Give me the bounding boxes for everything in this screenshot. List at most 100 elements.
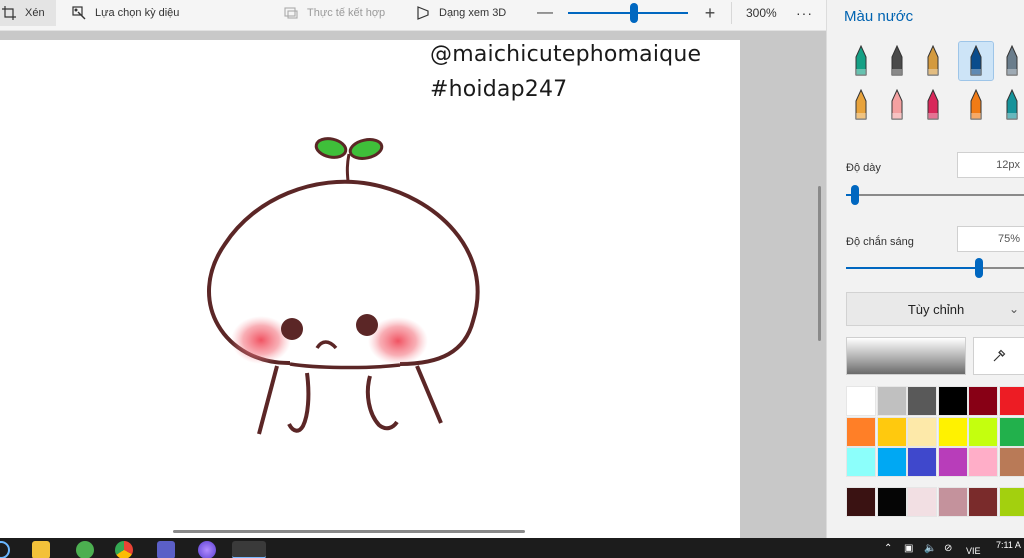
brush-fountain-pen[interactable]	[880, 42, 914, 80]
mic-off-icon[interactable]: ⊘	[944, 543, 952, 554]
canvas-workspace: @maichicutephomaique #hoidap247	[0, 31, 826, 538]
crop-label: Xén	[25, 7, 45, 19]
color-swatch[interactable]	[876, 447, 907, 477]
opacity-slider-thumb[interactable]	[975, 258, 984, 278]
calligraphy-pen-icon	[855, 45, 867, 76]
color-swatch[interactable]	[998, 386, 1024, 416]
left-blush	[231, 316, 291, 364]
brush-oil-brush[interactable]	[916, 42, 950, 80]
eyedropper-button[interactable]	[973, 337, 1024, 375]
language-indicator[interactable]: VIE	[966, 546, 981, 556]
color-swatch[interactable]	[968, 386, 998, 416]
color-swatch[interactable]	[846, 487, 876, 517]
toolbar-divider	[731, 2, 732, 24]
chevron-down-icon: ⌄	[1008, 302, 1019, 316]
zoom-in-button[interactable]: +	[700, 0, 720, 26]
crayon-icon	[927, 89, 939, 120]
color-swatch[interactable]	[998, 416, 1024, 447]
custom-color-dropdown[interactable]: Tùy chỉnh ⌄	[846, 292, 1024, 326]
color-swatch[interactable]	[937, 386, 968, 416]
sprout-left-leaf	[314, 137, 348, 159]
thickness-slider-track	[846, 194, 1024, 196]
magic-select-button[interactable]: Lựa chọn kỳ diệu	[72, 0, 179, 26]
color-swatch[interactable]	[907, 447, 937, 477]
crop-icon	[2, 6, 16, 20]
sprout-stem	[345, 153, 351, 182]
color-swatch[interactable]	[876, 416, 907, 447]
color-swatch[interactable]	[937, 487, 968, 517]
color-swatch[interactable]	[998, 487, 1024, 517]
custom-color-label: Tùy chỉnh	[907, 301, 965, 317]
color-swatch[interactable]	[937, 447, 968, 477]
paint-3d-taskbar-icon[interactable]	[232, 541, 266, 558]
teams-icon[interactable]	[157, 541, 175, 558]
zoom-slider[interactable]	[568, 3, 688, 23]
app-icon[interactable]	[76, 541, 94, 558]
color-swatch[interactable]	[968, 487, 998, 517]
brush-calligraphy-pen[interactable]	[844, 42, 878, 80]
left-outer-leg	[257, 365, 279, 435]
oil-brush-icon	[927, 45, 939, 76]
color-preview	[846, 337, 966, 375]
fill-icon	[1006, 89, 1018, 120]
pen-icon	[1006, 45, 1018, 76]
messenger-icon[interactable]	[198, 541, 216, 558]
brush-pencil[interactable]	[844, 86, 878, 124]
crop-button[interactable]: Xén	[0, 0, 56, 26]
mixed-reality-button[interactable]: Thực tế kết hợp	[284, 0, 385, 26]
view-3d-button[interactable]: Dạng xem 3D	[416, 0, 506, 26]
fountain-pen-icon	[891, 45, 903, 76]
panel-title: Màu nước	[844, 8, 914, 25]
color-swatch[interactable]	[968, 416, 998, 447]
color-swatch[interactable]	[907, 386, 937, 416]
mixed-reality-label: Thực tế kết hợp	[307, 7, 386, 19]
more-options-button[interactable]: ···	[796, 0, 813, 26]
thickness-slider[interactable]	[846, 185, 1024, 205]
opacity-input[interactable]: 75%	[957, 226, 1024, 252]
zoom-slider-thumb[interactable]	[630, 3, 638, 23]
sprout-right-leaf	[348, 138, 384, 160]
brush-spray-can[interactable]	[959, 86, 993, 124]
character-drawing	[207, 137, 480, 435]
network-icon[interactable]: ▣	[904, 543, 913, 554]
watercolor-icon	[970, 45, 982, 76]
chrome-icon[interactable]	[115, 541, 133, 558]
cortana-icon[interactable]	[0, 541, 10, 558]
spray-can-icon	[970, 89, 982, 120]
brush-watercolor[interactable]	[958, 41, 994, 81]
zoom-out-button[interactable]: —	[536, 0, 554, 26]
windows-taskbar: ⌃ ▣ 🔈 ⊘ VIE 7:11 A	[0, 538, 1024, 558]
color-swatch[interactable]	[907, 487, 937, 517]
zoom-level[interactable]: 300%	[746, 0, 777, 26]
watermark-username: @maichicutephomaique	[430, 42, 702, 67]
brush-crayon[interactable]	[916, 86, 950, 124]
watermark-hashtag: #hoidap247	[430, 77, 568, 102]
brush-pen[interactable]	[995, 42, 1024, 80]
opacity-label: Độ chắn sáng	[846, 236, 914, 248]
color-swatch[interactable]	[846, 416, 876, 447]
color-swatch[interactable]	[846, 386, 876, 416]
file-explorer-icon[interactable]	[32, 541, 50, 558]
opacity-slider[interactable]	[846, 258, 1024, 278]
horizontal-scrollbar[interactable]	[173, 530, 525, 533]
magic-select-icon	[72, 6, 86, 20]
pencil-icon	[855, 89, 867, 120]
view-3d-icon	[417, 6, 429, 20]
color-swatch[interactable]	[876, 487, 907, 517]
color-swatch[interactable]	[846, 447, 876, 477]
chevron-up-icon[interactable]: ⌃	[884, 543, 892, 554]
vertical-scrollbar[interactable]	[818, 186, 821, 341]
thickness-slider-thumb[interactable]	[851, 185, 859, 205]
color-swatch[interactable]	[907, 416, 937, 447]
drawing-canvas[interactable]: @maichicutephomaique #hoidap247	[0, 40, 740, 538]
color-swatch[interactable]	[998, 447, 1024, 477]
color-swatch[interactable]	[968, 447, 998, 477]
volume-icon[interactable]: 🔈	[924, 543, 936, 554]
color-swatch[interactable]	[876, 386, 907, 416]
brush-eraser[interactable]	[880, 86, 914, 124]
thickness-input[interactable]: 12px	[957, 152, 1024, 178]
thickness-label: Độ dày	[846, 162, 881, 174]
clock[interactable]: 7:11 A	[996, 540, 1021, 550]
brush-fill[interactable]	[995, 86, 1024, 124]
color-swatch[interactable]	[937, 416, 968, 447]
